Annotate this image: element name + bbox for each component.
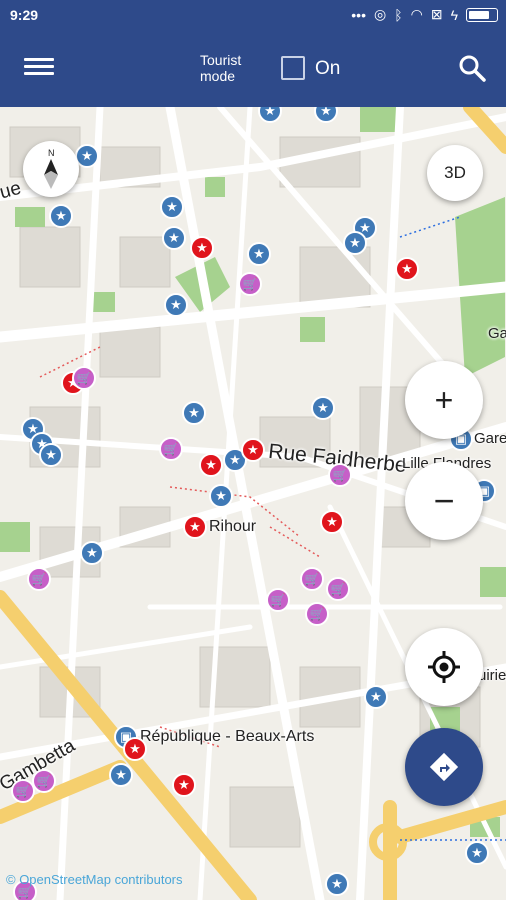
poi-marker-shop[interactable]: 🛒	[11, 779, 35, 803]
search-icon	[459, 55, 486, 82]
poi-marker-top-attraction[interactable]: ★	[183, 515, 207, 539]
poi-marker-shop[interactable]: 🛒	[238, 272, 262, 296]
station-label-republique: République - Beaux-Arts	[140, 728, 315, 745]
poi-marker-attraction[interactable]: ★	[39, 443, 63, 467]
status-time: 9:29	[10, 7, 39, 23]
poi-marker-attraction[interactable]: ★	[164, 293, 188, 317]
my-location-button[interactable]	[405, 628, 483, 706]
compass-icon: N	[44, 148, 58, 189]
poi-marker-top-attraction[interactable]: ★	[123, 737, 147, 761]
poi-marker-top-attraction[interactable]: ★	[199, 453, 223, 477]
status-bar: 9:29 ••• ◎ ᛒ ◠ ⊠ ϟ	[0, 0, 506, 30]
station-label-rihour: Rihour	[209, 518, 257, 535]
search-button[interactable]	[456, 52, 488, 84]
station-label-gare: Gare	[474, 430, 506, 447]
sim-icon: ⊠	[430, 6, 443, 22]
status-icons: ••• ◎ ᛒ ◠ ⊠ ϟ	[351, 6, 498, 23]
poi-marker-attraction[interactable]: ★	[465, 841, 489, 865]
app-bar: Tourist mode On	[0, 30, 506, 107]
poi-marker-attraction[interactable]: ★	[160, 195, 184, 219]
sync-icon: ◎	[374, 6, 387, 22]
poi-marker-attraction[interactable]: ★	[311, 396, 335, 420]
poi-marker-shop[interactable]: 🛒	[305, 602, 329, 626]
zoom-out-button[interactable]: −	[405, 462, 483, 540]
poi-marker-shop[interactable]: 🛒	[326, 577, 350, 601]
tourist-mode-checkbox[interactable]	[281, 56, 305, 80]
poi-marker-attraction[interactable]: ★	[80, 541, 104, 565]
poi-marker-attraction[interactable]: ★	[182, 401, 206, 425]
poi-marker-attraction[interactable]: ★	[247, 242, 271, 266]
menu-button[interactable]	[24, 54, 54, 84]
3d-toggle-button[interactable]: 3D	[427, 145, 483, 201]
poi-marker-shop[interactable]: 🛒	[266, 588, 290, 612]
osm-attribution-link[interactable]: © OpenStreetMap contributors	[6, 872, 183, 887]
zoom-in-button[interactable]: +	[405, 361, 483, 439]
poi-marker-top-attraction[interactable]: ★	[190, 236, 214, 260]
poi-marker-attraction[interactable]: ★	[209, 484, 233, 508]
directions-icon	[429, 752, 459, 782]
area-label-right: Ga	[488, 325, 506, 342]
poi-marker-top-attraction[interactable]: ★	[172, 773, 196, 797]
crosshair-icon	[428, 651, 460, 683]
poi-marker-attraction[interactable]: ★	[343, 231, 367, 255]
poi-marker-top-attraction[interactable]: ★	[395, 257, 419, 281]
more-dots-icon: •••	[351, 6, 366, 23]
bluetooth-icon: ᛒ	[394, 6, 403, 23]
poi-marker-shop[interactable]: 🛒	[328, 463, 352, 487]
route-button[interactable]	[405, 728, 483, 806]
battery-icon	[466, 7, 498, 22]
wifi-icon: ◠	[410, 6, 423, 22]
poi-marker-attraction[interactable]: ★	[49, 204, 73, 228]
poi-marker-attraction[interactable]: ★	[162, 226, 186, 250]
compass-north-label: N	[48, 148, 55, 158]
poi-marker-attraction[interactable]: ★	[109, 763, 133, 787]
poi-marker-shop[interactable]: 🛒	[300, 567, 324, 591]
hamburger-icon	[24, 58, 54, 61]
poi-marker-shop[interactable]: 🛒	[159, 437, 183, 461]
map-view[interactable]: Rue Faidherbe Lille Flandres Rihour Répu…	[0, 107, 506, 900]
poi-marker-top-attraction[interactable]: ★	[320, 510, 344, 534]
compass-button[interactable]: N	[23, 141, 79, 197]
charging-icon: ϟ	[450, 6, 458, 23]
poi-marker-shop[interactable]: 🛒	[32, 769, 56, 793]
poi-marker-shop[interactable]: 🛒	[72, 366, 96, 390]
tourist-mode-label: Tourist mode	[200, 52, 242, 84]
poi-marker-attraction[interactable]: ★	[325, 872, 349, 896]
tourist-mode-on-label[interactable]: On	[315, 58, 340, 80]
poi-marker-attraction[interactable]: ★	[364, 685, 388, 709]
poi-marker-top-attraction[interactable]: ★	[241, 438, 265, 462]
poi-marker-shop[interactable]: 🛒	[27, 567, 51, 591]
